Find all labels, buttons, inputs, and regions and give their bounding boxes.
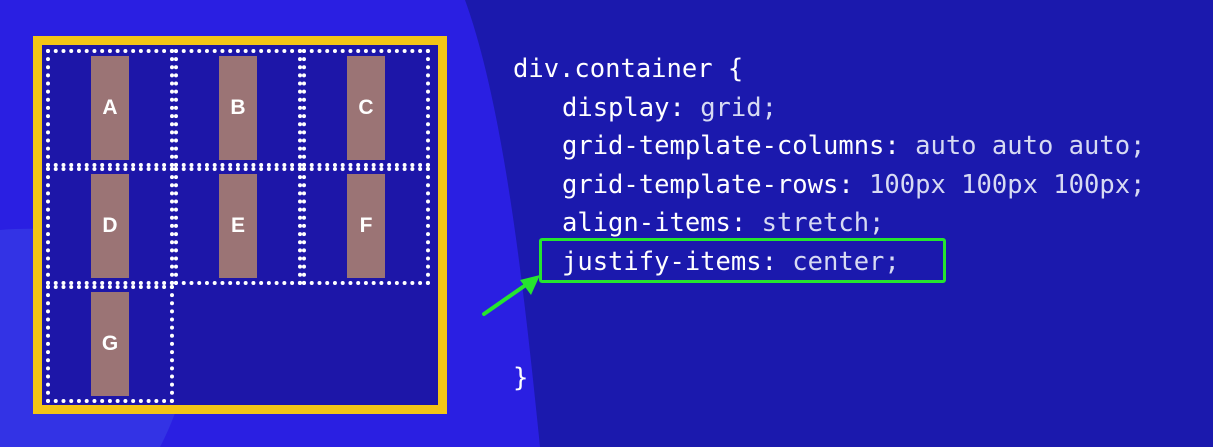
- highlight-box: [539, 238, 946, 283]
- code-line-grid-template-rows: grid-template-rows: 100px 100px 100px;: [513, 166, 1145, 205]
- code-line-grid-template-columns: grid-template-columns: auto auto auto;: [513, 127, 1145, 166]
- code-value: 100px 100px 100px;: [869, 169, 1146, 200]
- grid-item-c: C: [347, 56, 385, 160]
- code-value: grid;: [700, 92, 777, 123]
- code-property: grid-template-columns:: [562, 131, 900, 162]
- code-property: grid-template-rows:: [562, 169, 854, 200]
- grid-item-a: A: [91, 56, 129, 160]
- grid-item-b: B: [219, 56, 257, 160]
- code-property: align-items:: [562, 208, 747, 239]
- code-selector-line: div.container {: [513, 54, 744, 84]
- code-value: auto auto auto;: [915, 131, 1146, 162]
- css-code-block: div.container { display: grid; grid-temp…: [513, 50, 1145, 397]
- code-line-display: display: grid;: [513, 89, 1145, 128]
- grid-item-g: G: [91, 292, 129, 396]
- arrow-icon: [482, 275, 540, 316]
- grid-item-e: E: [219, 174, 257, 278]
- grid-item-d: D: [91, 174, 129, 278]
- code-property: display:: [562, 92, 685, 123]
- code-value: stretch;: [761, 208, 885, 239]
- grid-item-f: F: [347, 174, 385, 278]
- grid-container: A B C D E F G: [33, 36, 447, 414]
- code-closing-brace: }: [513, 362, 529, 393]
